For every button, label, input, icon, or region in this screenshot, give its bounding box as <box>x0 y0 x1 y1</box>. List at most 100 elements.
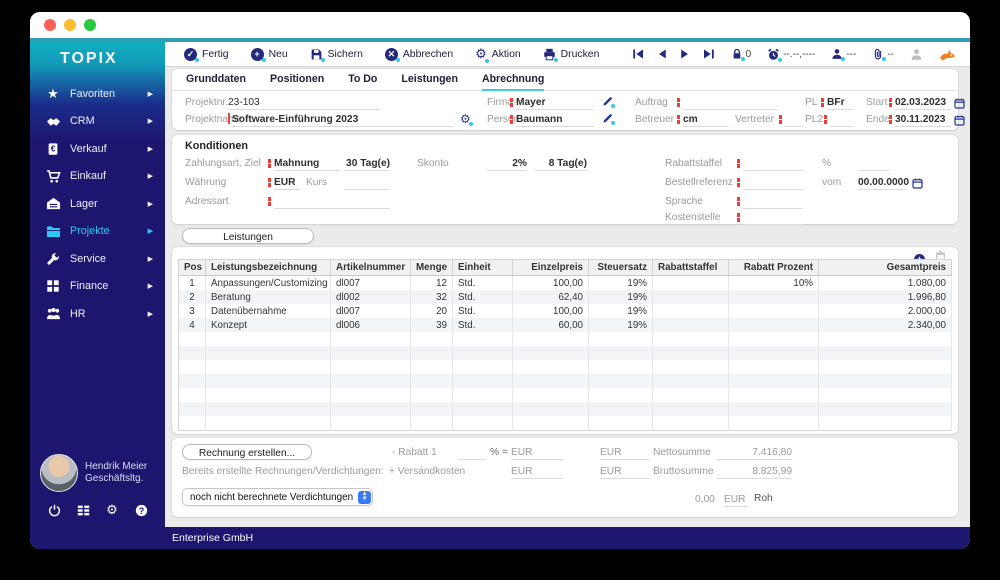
pl2-field[interactable] <box>830 113 854 127</box>
projektname-field[interactable]: Software-Einführung 2023 <box>232 113 454 127</box>
sidebar-item-favoriten[interactable]: ★ Favoriten ▶ <box>30 80 165 108</box>
print-button[interactable]: Drucken <box>532 42 611 66</box>
auftrag-field[interactable] <box>683 96 778 110</box>
sidebar-item-hr[interactable]: HR ▶ <box>30 300 165 328</box>
skonto-prozent-field[interactable]: 2% <box>487 157 527 171</box>
gear-icon[interactable]: ⚙ <box>460 113 473 126</box>
table-row[interactable]: 4 Konzept dl006 39 Std. 60,00 19% 2.340,00 <box>178 318 952 332</box>
cell-empty <box>452 346 513 360</box>
create-invoice-button[interactable]: Rechnung erstellen... <box>182 444 312 460</box>
versandkosten-eur-field[interactable]: EUR <box>511 465 563 479</box>
nav-first-icon[interactable] <box>632 48 645 60</box>
sidebar-item-lager[interactable]: Lager ▶ <box>30 190 165 218</box>
power-icon[interactable] <box>46 502 62 518</box>
start-field[interactable]: 02.03.2023 <box>895 96 951 110</box>
sidebar-item-verkauf[interactable]: € Verkauf ▶ <box>30 135 165 163</box>
col-einheit[interactable]: Einheit <box>452 259 513 276</box>
tab-leistungen[interactable]: Leistungen <box>401 73 458 91</box>
rabatt1-eur2-field[interactable]: EUR <box>600 446 650 460</box>
pl-field[interactable]: BFr <box>827 96 854 110</box>
bestellreferenz-field[interactable] <box>743 176 803 190</box>
vom-field[interactable]: 00.00.0000 <box>858 176 909 190</box>
help-icon[interactable]: ? <box>133 502 149 518</box>
lock-status[interactable]: 0 <box>731 48 751 61</box>
sidebar-item-projekte[interactable]: Projekte ▶ <box>30 218 165 246</box>
tab-todo[interactable]: To Do <box>348 73 377 91</box>
edit-person-icon[interactable] <box>602 113 615 125</box>
save-button[interactable]: Sichern <box>299 42 374 66</box>
person-field[interactable]: Baumann <box>516 113 594 127</box>
table-row[interactable]: 3 Datenübernahme dl007 20 Std. 100,00 19% 2.000… <box>178 304 952 318</box>
zoom-window-icon[interactable] <box>84 19 96 31</box>
sidebar-item-service[interactable]: Service ▶ <box>30 245 165 273</box>
col-steuersatz[interactable]: Steuersatz <box>588 259 653 276</box>
col-leistungsbezeichnung[interactable]: Leistungsbezeichnung <box>205 259 331 276</box>
calendar-icon[interactable] <box>954 113 965 131</box>
betreuer-field[interactable]: cm <box>683 113 729 127</box>
table-empty-row[interactable] <box>178 402 952 416</box>
close-window-icon[interactable] <box>44 19 56 31</box>
load-services-button[interactable]: Leistungen laden/verdichten... <box>182 228 314 258</box>
table-header-row: Pos Leistungsbezeichnung Artikelnummer M… <box>178 259 952 276</box>
table-row[interactable]: 1 Anpassungen/Customizing dl007 12 Std. 100,0… <box>178 275 952 290</box>
rabattstaffel-field[interactable] <box>743 157 803 171</box>
sidebar-item-einkauf[interactable]: Einkauf ▶ <box>30 163 165 191</box>
chevron-right-icon: ▶ <box>147 145 153 153</box>
versandkosten-eur2-field[interactable]: EUR <box>600 465 650 479</box>
table-empty-row[interactable] <box>178 360 952 374</box>
table-row[interactable]: 2 Beratung dl002 32 Std. 62,40 19% 1.996,80 <box>178 290 952 304</box>
sidebar-item-finance[interactable]: Finance ▶ <box>30 273 165 301</box>
attachment-status[interactable]: -- <box>872 48 894 61</box>
user-profile[interactable]: Hendrik Meier Geschäftsltg. <box>40 454 147 492</box>
verdichtungen-select[interactable]: noch nicht berechnete Verdichtungen ▲ ▼ <box>182 488 374 506</box>
done-button[interactable]: ✓ Fertig <box>173 42 240 66</box>
projektnr-field[interactable]: 23-103 <box>228 96 380 110</box>
table-empty-row[interactable] <box>178 416 952 431</box>
sidebar-item-crm[interactable]: CRM ▶ <box>30 108 165 136</box>
prozent-field[interactable] <box>858 157 890 171</box>
skonto-tage-field[interactable]: 8 Tag(e) <box>535 157 587 171</box>
new-button[interactable]: + Neu <box>240 42 299 66</box>
vertreter-field[interactable] <box>784 113 803 127</box>
nav-next-icon[interactable] <box>679 48 691 60</box>
col-gesamtpreis[interactable]: Gesamtpreis <box>818 259 952 276</box>
col-rabattstaffel[interactable]: Rabattstaffel <box>652 259 729 276</box>
zahlungsart-field[interactable]: Mahnung <box>274 157 340 171</box>
nav-last-icon[interactable] <box>702 48 715 60</box>
alarm-status[interactable]: --.--,---- <box>767 48 815 62</box>
apps-icon[interactable] <box>75 502 91 518</box>
cell-empty <box>410 332 453 346</box>
table-empty-row[interactable] <box>178 388 952 402</box>
waehrung-field[interactable]: EUR <box>274 176 300 190</box>
minimize-window-icon[interactable] <box>64 19 76 31</box>
table-empty-row[interactable] <box>178 346 952 360</box>
col-pos[interactable]: Pos <box>178 259 206 276</box>
rabatt1-prozent-field[interactable] <box>458 446 486 460</box>
col-artikelnummer[interactable]: Artikelnummer <box>330 259 411 276</box>
action-button[interactable]: ⚙ Aktion <box>464 42 532 66</box>
calendar-icon[interactable] <box>912 176 923 194</box>
person-status[interactable]: --- <box>831 48 856 61</box>
edit-firma-icon[interactable] <box>602 96 615 108</box>
tab-grunddaten[interactable]: Grunddaten <box>186 73 246 91</box>
ende-field[interactable]: 30.11.2023 <box>895 113 951 127</box>
calendar-icon[interactable] <box>954 96 965 114</box>
kostenstelle-field[interactable] <box>743 211 803 225</box>
ziel-field[interactable]: 30 Tag(e) <box>344 157 390 171</box>
adressart-field[interactable] <box>274 195 390 209</box>
gear-icon[interactable]: ⚙ <box>104 502 120 518</box>
table-empty-row[interactable] <box>178 332 952 346</box>
col-menge[interactable]: Menge <box>410 259 453 276</box>
table-empty-row[interactable] <box>178 374 952 388</box>
firma-field[interactable]: Mayer <box>516 96 594 110</box>
cancel-button[interactable]: ✕ Abbrechen <box>374 42 464 66</box>
sprache-field[interactable] <box>743 195 803 209</box>
tab-positionen[interactable]: Positionen <box>270 73 324 91</box>
col-einzelpreis[interactable]: Einzelpreis <box>512 259 589 276</box>
col-rabatt-prozent[interactable]: Rabatt Prozent <box>728 259 819 276</box>
nav-previous-icon[interactable] <box>656 48 668 60</box>
kurs-field[interactable] <box>344 176 390 190</box>
fox-icon[interactable] <box>939 47 956 61</box>
rabatt1-eur-field[interactable]: EUR <box>511 446 563 460</box>
tab-abrechnung[interactable]: Abrechnung <box>481 73 545 91</box>
